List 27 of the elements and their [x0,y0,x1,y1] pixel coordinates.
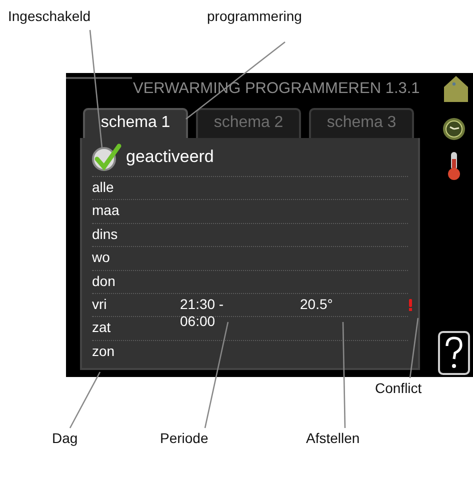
day-label: dins [92,224,119,244]
callout-label: Dag [52,430,78,446]
setting-value: 20.5° [300,294,334,314]
checkbox[interactable] [92,142,122,172]
tab[interactable]: schema 2 [196,108,301,138]
checkbox-label: geactiveerd [126,147,214,167]
house-icon[interactable] [442,75,468,103]
leader-line [69,372,101,428]
period-value: 21:30 - 06:00 [180,294,225,330]
callout-label: programmering [207,8,302,24]
day-label: maa [92,201,120,220]
callout-label: Conflict [375,380,422,396]
help-button[interactable] [438,331,470,375]
clock-icon[interactable] [442,117,466,141]
day-label: zon [92,342,116,361]
tab[interactable]: schema 3 [309,108,414,138]
day-label: alle [92,178,115,197]
tab[interactable]: schema 1 [83,108,188,138]
day-label: vri [92,294,108,314]
callout-label: Afstellen [306,430,360,446]
thermometer-icon[interactable] [446,151,460,181]
leader-line [409,318,419,378]
callout-label: Periode [160,430,208,446]
callout-label: Ingeschakeld [8,8,91,24]
day-label: wo [92,248,111,268]
day-label: don [92,272,116,291]
day-label: zat [92,318,112,338]
